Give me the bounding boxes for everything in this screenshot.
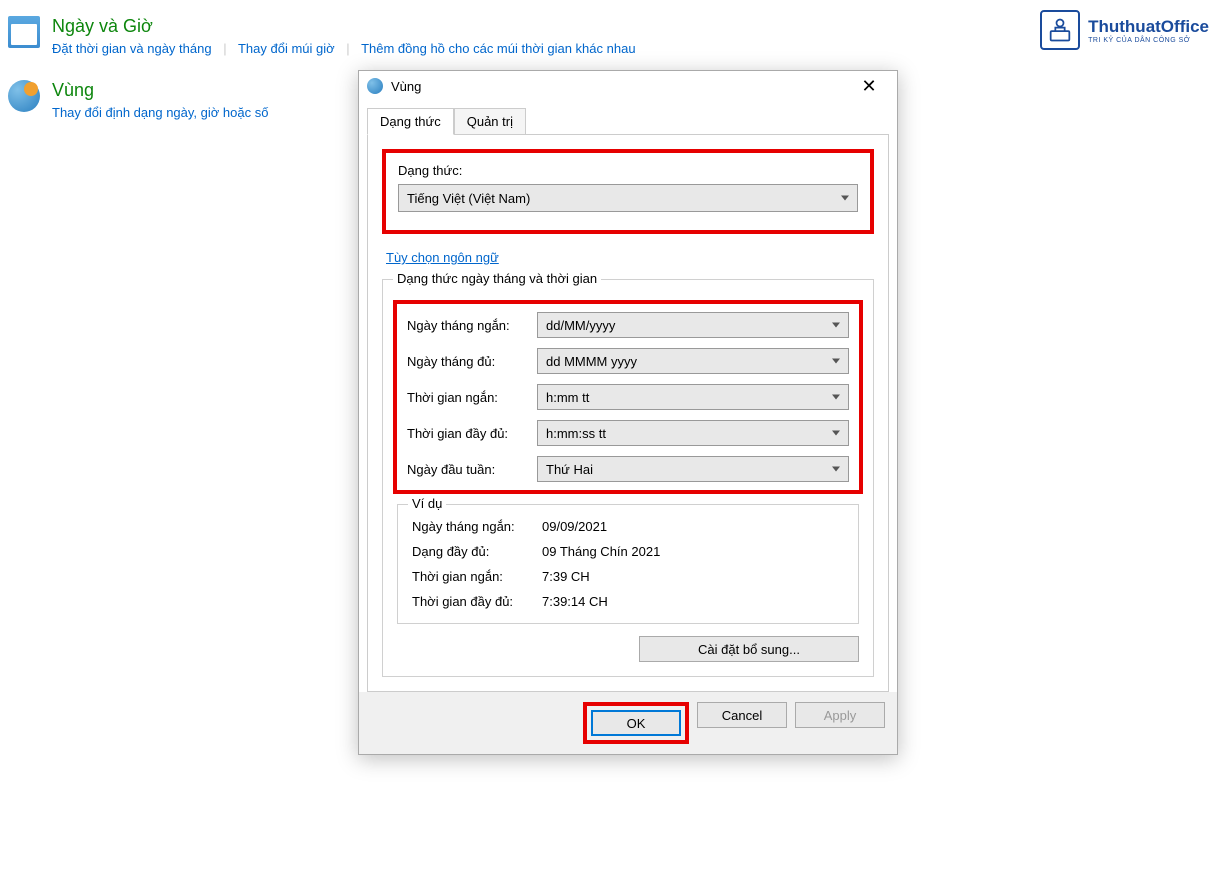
ex-short-date-value: 09/09/2021: [542, 519, 607, 534]
format-dropdown[interactable]: Tiếng Việt (Việt Nam): [398, 184, 858, 212]
short-date-label: Ngày tháng ngắn:: [407, 318, 537, 333]
ex-long-date-label: Dạng đầy đủ:: [412, 544, 542, 559]
ex-short-time-label: Thời gian ngắn:: [412, 569, 542, 584]
calendar-icon: [8, 16, 40, 48]
cancel-button[interactable]: Cancel: [697, 702, 787, 728]
change-timezone-link[interactable]: Thay đổi múi giờ: [238, 41, 335, 56]
examples-legend: Ví dụ: [408, 496, 446, 511]
separator: |: [346, 41, 349, 56]
add-clocks-link[interactable]: Thêm đồng hồ cho các múi thời gian khác …: [361, 41, 635, 56]
change-formats-link[interactable]: Thay đổi định dạng ngày, giờ hoặc số: [52, 105, 268, 120]
ex-long-time-value: 7:39:14 CH: [542, 594, 608, 609]
short-time-label: Thời gian ngắn:: [407, 390, 537, 405]
format-label: Dạng thức:: [398, 163, 858, 178]
apply-button: Apply: [795, 702, 885, 728]
tab-formats[interactable]: Dạng thức: [367, 108, 454, 135]
long-time-label: Thời gian đầy đủ:: [407, 426, 537, 441]
highlight-formats: Ngày tháng ngắn: dd/MM/yyyy Ngày tháng đ…: [393, 300, 863, 494]
ex-long-time-label: Thời gian đầy đủ:: [412, 594, 542, 609]
watermark-logo-icon: [1040, 10, 1080, 50]
tab-content: Dạng thức: Tiếng Việt (Việt Nam) Tùy chọ…: [367, 134, 889, 692]
region-heading: Vùng: [52, 80, 268, 101]
tab-admin[interactable]: Quản trị: [454, 108, 526, 135]
examples-group: Ví dụ Ngày tháng ngắn: 09/09/2021 Dạng đ…: [397, 504, 859, 624]
watermark-title: ThuthuatOffice: [1088, 17, 1209, 37]
globe-clock-icon: [8, 80, 40, 112]
first-day-dropdown[interactable]: Thứ Hai: [537, 456, 849, 482]
dialog-title: Vùng: [391, 79, 849, 94]
long-time-dropdown[interactable]: h:mm:ss tt: [537, 420, 849, 446]
short-time-dropdown[interactable]: h:mm tt: [537, 384, 849, 410]
ex-long-date-value: 09 Tháng Chín 2021: [542, 544, 660, 559]
globe-icon: [367, 78, 383, 94]
first-day-label: Ngày đầu tuần:: [407, 462, 537, 477]
short-date-dropdown[interactable]: dd/MM/yyyy: [537, 312, 849, 338]
datetime-formats-legend: Dạng thức ngày tháng và thời gian: [393, 271, 601, 286]
set-time-link[interactable]: Đặt thời gian và ngày tháng: [52, 41, 212, 56]
highlight-ok: OK: [583, 702, 689, 744]
additional-settings-button[interactable]: Cài đặt bổ sung...: [639, 636, 859, 662]
region-section: Vùng Thay đổi định dạng ngày, giờ hoặc s…: [8, 80, 268, 120]
ex-short-date-label: Ngày tháng ngắn:: [412, 519, 542, 534]
ex-short-time-value: 7:39 CH: [542, 569, 590, 584]
watermark: ThuthuatOffice TRI KỶ CỦA DÂN CÔNG SỞ: [1040, 10, 1209, 50]
language-preferences-link[interactable]: Tùy chọn ngôn ngữ: [386, 250, 499, 265]
long-date-label: Ngày tháng đủ:: [407, 354, 537, 369]
separator: |: [223, 41, 226, 56]
region-dialog: Vùng ✕ Dạng thức Quản trị Dạng thức: Tiế…: [358, 70, 898, 755]
long-date-dropdown[interactable]: dd MMMM yyyy: [537, 348, 849, 374]
tab-strip: Dạng thức Quản trị: [359, 101, 897, 134]
date-time-heading: Ngày và Giờ: [52, 16, 636, 37]
watermark-subtitle: TRI KỶ CỦA DÂN CÔNG SỞ: [1088, 37, 1209, 44]
dialog-footer: OK Cancel Apply: [359, 692, 897, 754]
ok-button[interactable]: OK: [591, 710, 681, 736]
datetime-formats-group: Dạng thức ngày tháng và thời gian Ngày t…: [382, 279, 874, 677]
highlight-format: Dạng thức: Tiếng Việt (Việt Nam): [382, 149, 874, 234]
titlebar: Vùng ✕: [359, 71, 897, 101]
date-time-section: Ngày và Giờ Đặt thời gian và ngày tháng …: [8, 16, 636, 56]
format-value: Tiếng Việt (Việt Nam): [407, 191, 530, 206]
close-button[interactable]: ✕: [849, 76, 889, 97]
